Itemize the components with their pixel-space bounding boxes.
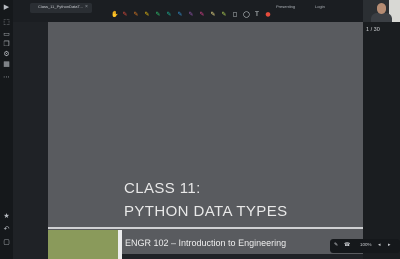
top-bar: Class_11_PythonDataT... × ✋ ✎ ✎ ✎ ✎ ✎ ✎ ✎ ✎ ✎ ✎ ◻ ◯ T… [13,0,400,22]
chat-icon[interactable]: ▢ [3,239,10,246]
slide-accent-strip [118,230,122,259]
slide-accent-block [48,230,118,259]
right-panel [363,0,400,259]
pen-orange-icon[interactable]: ✎ [133,12,139,18]
annotation-toolbar: ✋ ✎ ✎ ✎ ✎ ✎ ✎ ✎ ✎ ✎ ✎ ◻ ◯ T ● [111,11,311,21]
shape-icon[interactable]: ◯ [243,12,250,18]
pen-red-icon[interactable]: ✎ [122,12,128,18]
pen-pink-icon[interactable]: ✎ [199,12,205,18]
pen-yellow-icon[interactable]: ✎ [144,12,150,18]
star-icon[interactable]: ★ [3,213,10,220]
copy-icon[interactable]: ❐ [3,41,10,48]
pen-purple-icon[interactable]: ✎ [188,12,194,18]
grid-icon[interactable]: ▦ [3,61,10,68]
select-icon[interactable]: ⬚ [3,19,10,26]
slide-subtitle: ENGR 102 – Introduction to Engineering [125,238,287,248]
slide-title-line-1: CLASS 11: [124,180,201,197]
next-icon[interactable]: ▸ [388,242,391,248]
person-body [371,13,392,22]
undo-icon[interactable]: ↶ [3,226,10,233]
text-icon[interactable]: T [254,12,260,18]
eraser-icon[interactable]: ◻ [232,12,238,18]
highlighter-green-icon[interactable]: ✎ [221,12,227,18]
page-icon[interactable]: ▭ [3,31,10,38]
file-name: Class_11_PythonDataT... [38,4,83,9]
hand-icon[interactable]: ✋ [111,12,118,18]
bottom-controls: ✎ ☎ 100% ◂ ▸ [330,239,400,253]
play-icon[interactable]: ▶ [3,4,10,11]
pen-teal-icon[interactable]: ✎ [166,12,172,18]
highlighter-icon[interactable]: ✎ [210,12,216,18]
zoom-level[interactable]: 100% [360,242,372,247]
page-indicator: 1 / 30 [366,27,380,33]
presenting-link[interactable]: Presenting [276,4,295,9]
left-toolbar: ▶ ⬚ ▭ ❐ ⚙ ▦ ⋯ ★ ↶ ▢ [0,0,13,259]
pen-blue-icon[interactable]: ✎ [177,12,183,18]
slide-divider [48,227,363,229]
settings-icon[interactable]: ⚙ [3,51,10,58]
more-icon[interactable]: ⋯ [3,74,10,81]
slide-title-line-2: PYTHON DATA TYPES [124,203,288,220]
prev-icon[interactable]: ◂ [378,242,381,248]
person-head [377,3,386,14]
close-icon[interactable]: × [85,4,88,10]
login-link[interactable]: Login [315,4,325,9]
webcam-video [363,0,400,22]
laser-icon[interactable]: ● [265,12,271,18]
pen-green-icon[interactable]: ✎ [155,12,161,18]
pen-icon[interactable]: ✎ [334,242,338,248]
call-icon[interactable]: ☎ [344,242,350,248]
